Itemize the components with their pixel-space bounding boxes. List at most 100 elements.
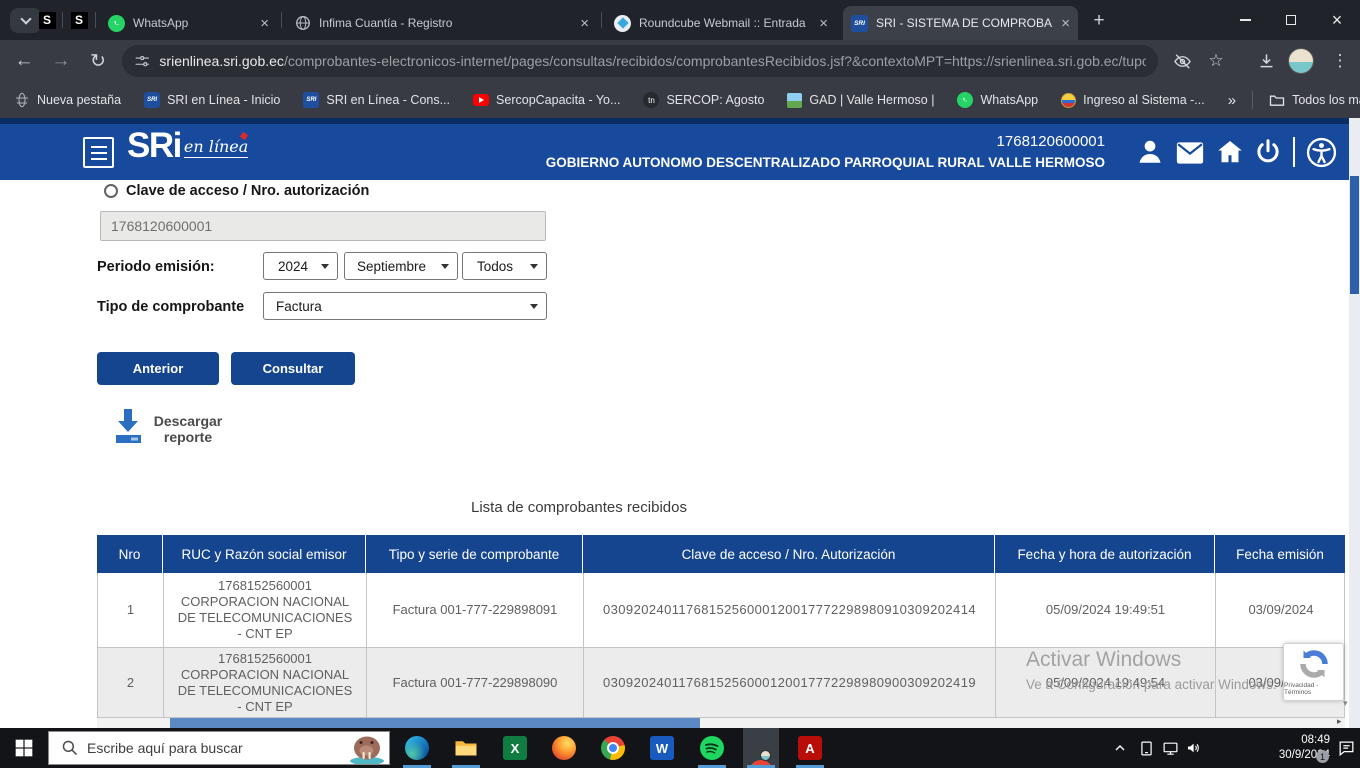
type-select[interactable]: Factura	[263, 292, 547, 320]
bookmark-nueva-pestana[interactable]: Nueva pestaña	[14, 92, 121, 108]
screen: S S WhatsApp × Infima Cuantía - Registro…	[0, 0, 1360, 768]
tab-search-button[interactable]	[10, 8, 41, 33]
url-text[interactable]: srienlinea.sri.gob.ec/comprobantes-elect…	[159, 53, 1146, 69]
download-report-label[interactable]: Descargar reporte	[147, 413, 229, 445]
year-select[interactable]: 2024	[263, 252, 338, 280]
forward-button[interactable]: →	[45, 45, 77, 77]
bookmark-ingreso-sistema[interactable]: Ingreso al Sistema -...	[1061, 93, 1205, 108]
bookmark-sri-inicio[interactable]: SRI SRI en Línea - Inicio	[144, 92, 280, 108]
tray-tablet-icon[interactable]	[1134, 736, 1158, 760]
download-report-icon[interactable]	[111, 407, 145, 445]
all-bookmarks-button[interactable]: Todos los marcadores	[1269, 92, 1360, 108]
globe-icon	[294, 15, 311, 32]
bookmark-star-icon[interactable]: ☆	[1200, 45, 1232, 77]
page-scrollbar-thumb[interactable]	[1350, 176, 1359, 294]
recaptcha-caption[interactable]: Privacidad - Términos	[1284, 682, 1343, 696]
tab-sri-active[interactable]: SRI SRI - SISTEMA DE COMPROBAN ×	[843, 6, 1078, 40]
tray-network-icon[interactable]	[1158, 736, 1182, 760]
excel-icon[interactable]: X	[503, 736, 527, 760]
day-select[interactable]: Todos	[462, 252, 547, 280]
mail-icon[interactable]	[1175, 140, 1205, 170]
roundcube-icon	[614, 15, 631, 32]
bookmark-gad-valle-hermoso[interactable]: GAD | Valle Hermoso |	[787, 93, 934, 108]
day-value: Todos	[477, 259, 513, 274]
bookmark-sri-consultas[interactable]: SRI SRI en Línea - Cons...	[303, 92, 450, 108]
user-icon[interactable]	[1135, 137, 1165, 167]
tn-icon: tn	[643, 92, 659, 108]
table-row[interactable]: 1 1768152560001 CORPORACION NACIONAL DE …	[97, 573, 1345, 648]
home-icon[interactable]	[1215, 137, 1245, 167]
tray-chevron-up-icon[interactable]	[1108, 736, 1132, 760]
cell-fecha-autorizacion: 05/09/2024 19:49:51	[995, 573, 1215, 647]
bookmark-sercopcapacita[interactable]: SercopCapacita - Yo...	[473, 93, 620, 107]
col-header-fecha-emision: Fecha emisión	[1214, 535, 1345, 573]
reload-button[interactable]: ↻	[82, 45, 114, 77]
bookmark-label: SERCOP: Agosto	[666, 93, 764, 107]
close-tab-icon[interactable]: ×	[1061, 16, 1070, 31]
site-settings-icon[interactable]	[134, 53, 150, 70]
recaptcha-icon	[1298, 648, 1330, 680]
access-key-radio[interactable]	[104, 184, 118, 198]
notification-center-icon[interactable]	[1334, 736, 1358, 760]
menu-kebab-icon[interactable]: ⋮	[1324, 45, 1356, 77]
bookmarks-overflow-chevrons[interactable]: »	[1228, 92, 1236, 109]
address-bar[interactable]: srienlinea.sri.gob.ec/comprobantes-elect…	[122, 45, 1158, 77]
taskbar-search-box[interactable]: Escribe aquí para buscar	[48, 731, 390, 765]
month-value: Septiembre	[357, 259, 426, 274]
query-button[interactable]: Consultar	[231, 352, 355, 385]
chevron-down-icon	[20, 13, 31, 24]
word-icon[interactable]: W	[650, 736, 674, 760]
bookmark-whatsapp[interactable]: WhatsApp	[957, 92, 1038, 108]
tray-volume-icon[interactable]	[1182, 736, 1206, 760]
cell-emisor: 1768152560001 CORPORACION NACIONAL DE TE…	[163, 573, 366, 647]
eye-off-icon[interactable]	[1166, 45, 1198, 77]
horizontal-scrollbar-thumb[interactable]	[170, 718, 700, 728]
windows-logo-icon	[14, 738, 34, 758]
taxpayer-name: GOBIERNO AUTONOMO DESCENTRALIZADO PARROQ…	[546, 153, 1105, 173]
firefox-icon[interactable]	[552, 736, 576, 760]
bookmark-label: Nueva pestaña	[37, 93, 121, 107]
close-tab-icon[interactable]: ×	[580, 16, 589, 31]
inner-scroll-right-arrow[interactable]: ▸	[1337, 716, 1342, 727]
power-icon[interactable]	[1253, 137, 1283, 167]
acrobat-icon[interactable]: A	[798, 736, 822, 760]
hamburger-menu-button[interactable]	[83, 137, 114, 168]
bookmark-sercop-agosto[interactable]: tn SERCOP: Agosto	[643, 92, 764, 108]
downloads-icon[interactable]	[1250, 45, 1282, 77]
new-tab-button[interactable]: +	[1086, 8, 1112, 34]
cell-tipo: Factura 001-777-229898091	[366, 573, 583, 647]
sri-logo[interactable]: SRi en línea	[127, 126, 248, 166]
spotify-icon[interactable]	[700, 736, 724, 760]
pinned-tab-2[interactable]: S	[70, 11, 88, 29]
tab-whatsapp[interactable]: WhatsApp ×	[100, 6, 277, 40]
accessibility-icon[interactable]	[1306, 137, 1336, 167]
activate-windows-watermark: Activar Windows	[1026, 648, 1181, 672]
chevron-down-icon	[441, 264, 449, 273]
close-tab-icon[interactable]: ×	[819, 16, 828, 31]
chrome-icon[interactable]	[601, 736, 625, 760]
bookmarks-bar: Nueva pestaña SRI SRI en Línea - Inicio …	[0, 82, 1360, 118]
col-header-nro: Nro	[97, 535, 162, 573]
tab-infima-cuantia[interactable]: Infima Cuantía - Registro ×	[286, 6, 597, 40]
walrus-illustration[interactable]	[345, 731, 389, 765]
divider	[1293, 137, 1295, 167]
profile-avatar[interactable]	[1288, 48, 1314, 74]
recaptcha-badge[interactable]: Privacidad - Términos	[1283, 643, 1344, 701]
cell-clave: 0309202401176815256000120017772298980900…	[583, 648, 995, 717]
tab-roundcube[interactable]: Roundcube Webmail :: Entrada ×	[606, 6, 836, 40]
taxpayer-ruc: 1768120600001	[546, 131, 1105, 153]
tab-title: WhatsApp	[133, 16, 252, 30]
pinned-tab-1[interactable]: S	[38, 11, 56, 29]
close-window-button[interactable]: ×	[1314, 0, 1360, 40]
edge-icon[interactable]	[405, 736, 429, 760]
access-key-input[interactable]: 1768120600001	[100, 211, 546, 241]
start-button[interactable]	[0, 728, 48, 768]
restore-button[interactable]	[1268, 0, 1314, 40]
back-button[interactable]: ←	[8, 45, 40, 77]
month-select[interactable]: Septiembre	[344, 252, 458, 280]
close-tab-icon[interactable]: ×	[260, 16, 269, 31]
file-explorer-icon[interactable]	[454, 736, 478, 760]
minimize-button[interactable]	[1222, 0, 1268, 40]
previous-button[interactable]: Anterior	[97, 352, 219, 385]
inner-scroll-down-arrow[interactable]: ▾	[1343, 698, 1348, 709]
